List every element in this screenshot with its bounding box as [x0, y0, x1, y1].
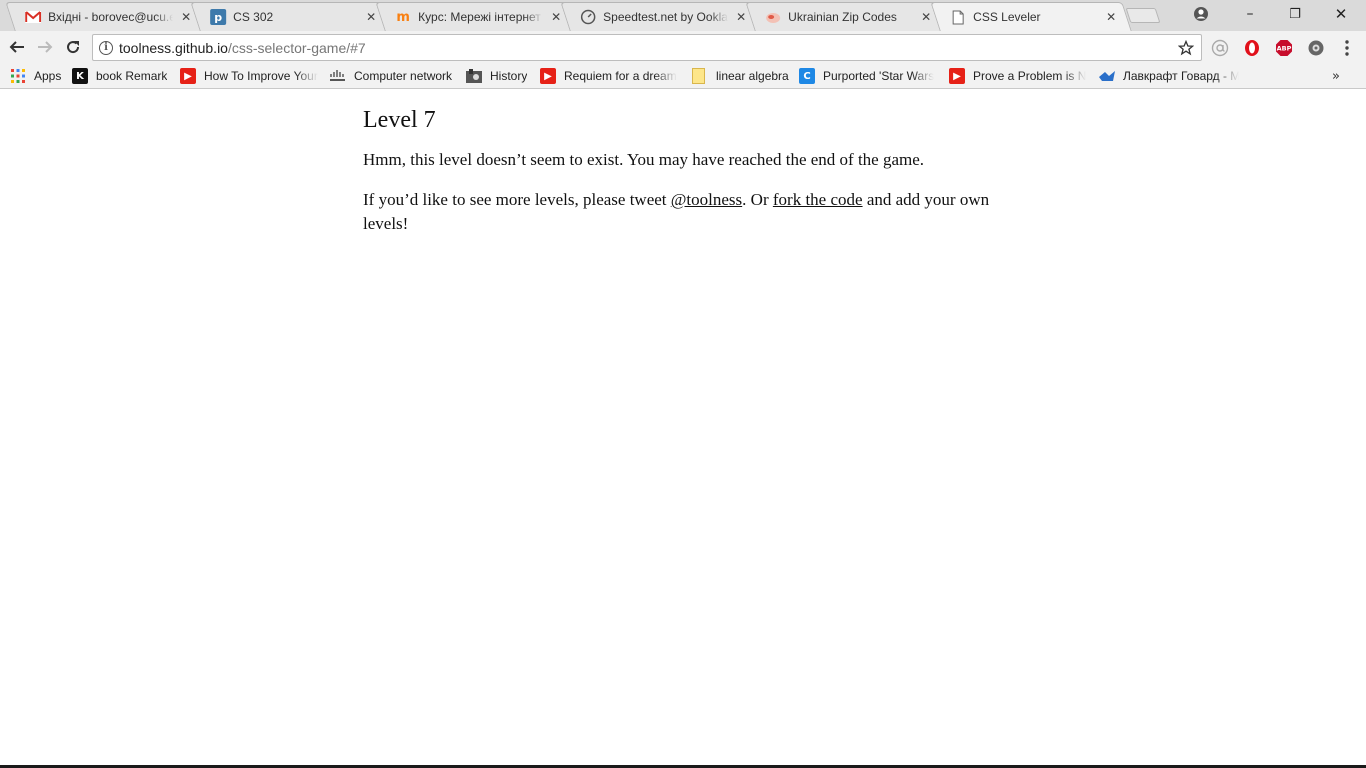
tab-css-leveler[interactable]: CSS Leveler ✕ — [930, 2, 1132, 31]
c-icon: C — [799, 68, 815, 84]
tab-ukrainian-zip-codes[interactable]: Ukrainian Zip Codes ✕ — [745, 2, 947, 31]
bookmark-label: How To Improve Your — [204, 69, 318, 83]
vk-icon — [1099, 68, 1115, 84]
level-content: Level 7 Hmm, this level doesn’t seem to … — [363, 104, 1008, 252]
gmail-icon — [25, 9, 42, 25]
tab-gmail[interactable]: Вхідні - borovec@ucu.e ✕ — [5, 2, 207, 31]
bookmark-requiem[interactable]: ▶ Requiem for a dream — [540, 67, 678, 85]
folder-icon — [690, 68, 706, 84]
missing-level-message: Hmm, this level doesn’t seem to exist. Y… — [363, 150, 925, 169]
tab-cs302[interactable]: p CS 302 ✕ — [190, 2, 392, 31]
bookmark-label: Apps — [34, 69, 62, 83]
bookmark-label: History — [490, 69, 528, 83]
bookmark-label: Requiem for a dream — [564, 69, 677, 83]
bookmark-star-icon[interactable] — [1175, 37, 1197, 59]
piazza-icon: p — [210, 9, 227, 25]
bookmark-history-icon — [466, 68, 482, 84]
reload-icon — [67, 41, 80, 54]
youtube-icon: ▶ — [540, 68, 556, 84]
close-tab-icon[interactable]: ✕ — [364, 10, 378, 24]
adblock-plus-icon[interactable]: ABP — [1275, 39, 1293, 57]
address-bar[interactable]: i toolness.github.io/css-selector-game/#… — [92, 34, 1202, 61]
bookmark-lovecraft[interactable]: Лавкрафт Говард - М — [1099, 67, 1239, 85]
tab-title: Вхідні - borovec@ucu.e — [48, 10, 174, 24]
bookmark-computer-network[interactable]: Computer network — [330, 67, 458, 85]
twitter-link[interactable]: @toolness — [671, 190, 742, 209]
bookmark-label: Purported 'Star Wars — [823, 69, 935, 83]
svg-text:ABP: ABP — [1277, 45, 1292, 53]
url-path: /css-selector-game/#7 — [227, 39, 366, 56]
new-tab-button[interactable] — [1125, 8, 1161, 23]
forward-button[interactable] — [32, 34, 58, 60]
tab-title: Курс: Мережі інтернет — [418, 10, 541, 24]
cisco-icon — [330, 68, 346, 84]
close-tab-icon[interactable]: ✕ — [179, 10, 193, 24]
bookmarks-overflow-chevron-icon[interactable]: » — [1332, 67, 1346, 85]
tab-title: Speedtest.net by Ookla — [603, 10, 728, 24]
page-icon — [950, 9, 966, 25]
bookmark-apps[interactable]: Apps — [10, 67, 70, 85]
url-text[interactable]: toolness.github.io/css-selector-game/#7 — [119, 40, 1175, 56]
close-tab-icon[interactable]: ✕ — [1104, 10, 1118, 24]
site-info-icon[interactable]: i — [99, 40, 113, 55]
tab-moodle-course[interactable]: m Курс: Мережі інтернет ✕ — [375, 2, 577, 31]
bookmark-label: linear algebra — [716, 69, 789, 83]
reload-button[interactable] — [60, 34, 86, 60]
close-window-button[interactable]: ✕ — [1318, 0, 1364, 28]
page-content: Level 7 Hmm, this level doesn’t seem to … — [0, 90, 1366, 766]
tab-title: CS 302 — [233, 10, 274, 24]
bookmark-purported-star-wars[interactable]: C Purported 'Star Wars — [799, 67, 935, 85]
youtube-icon: ▶ — [949, 68, 965, 84]
forward-arrow-icon — [38, 41, 53, 53]
bookmarks-bar: Apps K book Remark ▶ How To Improve Your… — [0, 63, 1366, 89]
text-segment: If you’d like to see more levels, please… — [363, 190, 671, 209]
settings-extension-icon[interactable] — [1307, 39, 1325, 57]
bookmark-prove-a-problem[interactable]: ▶ Prove a Problem is N — [949, 67, 1087, 85]
tab-title: Ukrainian Zip Codes — [788, 10, 897, 24]
page-title: Level 7 — [363, 107, 436, 133]
more-levels-paragraph: If you’d like to see more levels, please… — [363, 188, 1008, 236]
bookmark-label: book Remark — [96, 69, 168, 83]
at-sign-extension-icon[interactable] — [1211, 39, 1229, 57]
bookmark-linear-algebra[interactable]: linear algebra — [690, 67, 790, 85]
minimize-button[interactable]: – — [1227, 0, 1273, 28]
text-segment: . Or — [742, 190, 773, 209]
bookmark-label: Computer network — [354, 69, 453, 83]
close-tab-icon[interactable]: ✕ — [919, 10, 933, 24]
apps-grid-icon — [10, 68, 26, 84]
moodle-icon: m — [396, 9, 410, 25]
restore-button[interactable]: ❐ — [1272, 0, 1318, 28]
bookmark-history[interactable]: History — [466, 67, 532, 85]
bookmark-label: Лавкрафт Говард - М — [1123, 69, 1239, 83]
bookmark-book-remark[interactable]: K book Remark — [72, 67, 172, 85]
back-arrow-icon — [9, 41, 24, 53]
opera-icon[interactable] — [1243, 39, 1261, 57]
speedtest-icon — [580, 9, 596, 25]
back-button[interactable] — [4, 34, 30, 60]
url-host: toolness.github.io — [119, 39, 228, 56]
youtube-icon: ▶ — [180, 68, 196, 84]
tab-title: CSS Leveler — [973, 10, 1041, 24]
tab-strip: Вхідні - borovec@ucu.e ✕ p CS 302 ✕ m Ку… — [0, 0, 1366, 31]
tab-speedtest[interactable]: Speedtest.net by Ookla ✕ — [560, 2, 762, 31]
bookmark-how-to-improve[interactable]: ▶ How To Improve Your — [180, 67, 318, 85]
k-icon: K — [72, 68, 88, 84]
chrome-menu-icon[interactable] — [1338, 39, 1356, 57]
browser-toolbar: i toolness.github.io/css-selector-game/#… — [0, 31, 1366, 63]
zip-codes-icon — [765, 9, 781, 25]
bookmark-label: Prove a Problem is N — [973, 69, 1087, 83]
profile-icon[interactable] — [1178, 0, 1224, 28]
close-tab-icon[interactable]: ✕ — [549, 10, 563, 24]
fork-code-link[interactable]: fork the code — [773, 190, 863, 209]
close-tab-icon[interactable]: ✕ — [734, 10, 748, 24]
